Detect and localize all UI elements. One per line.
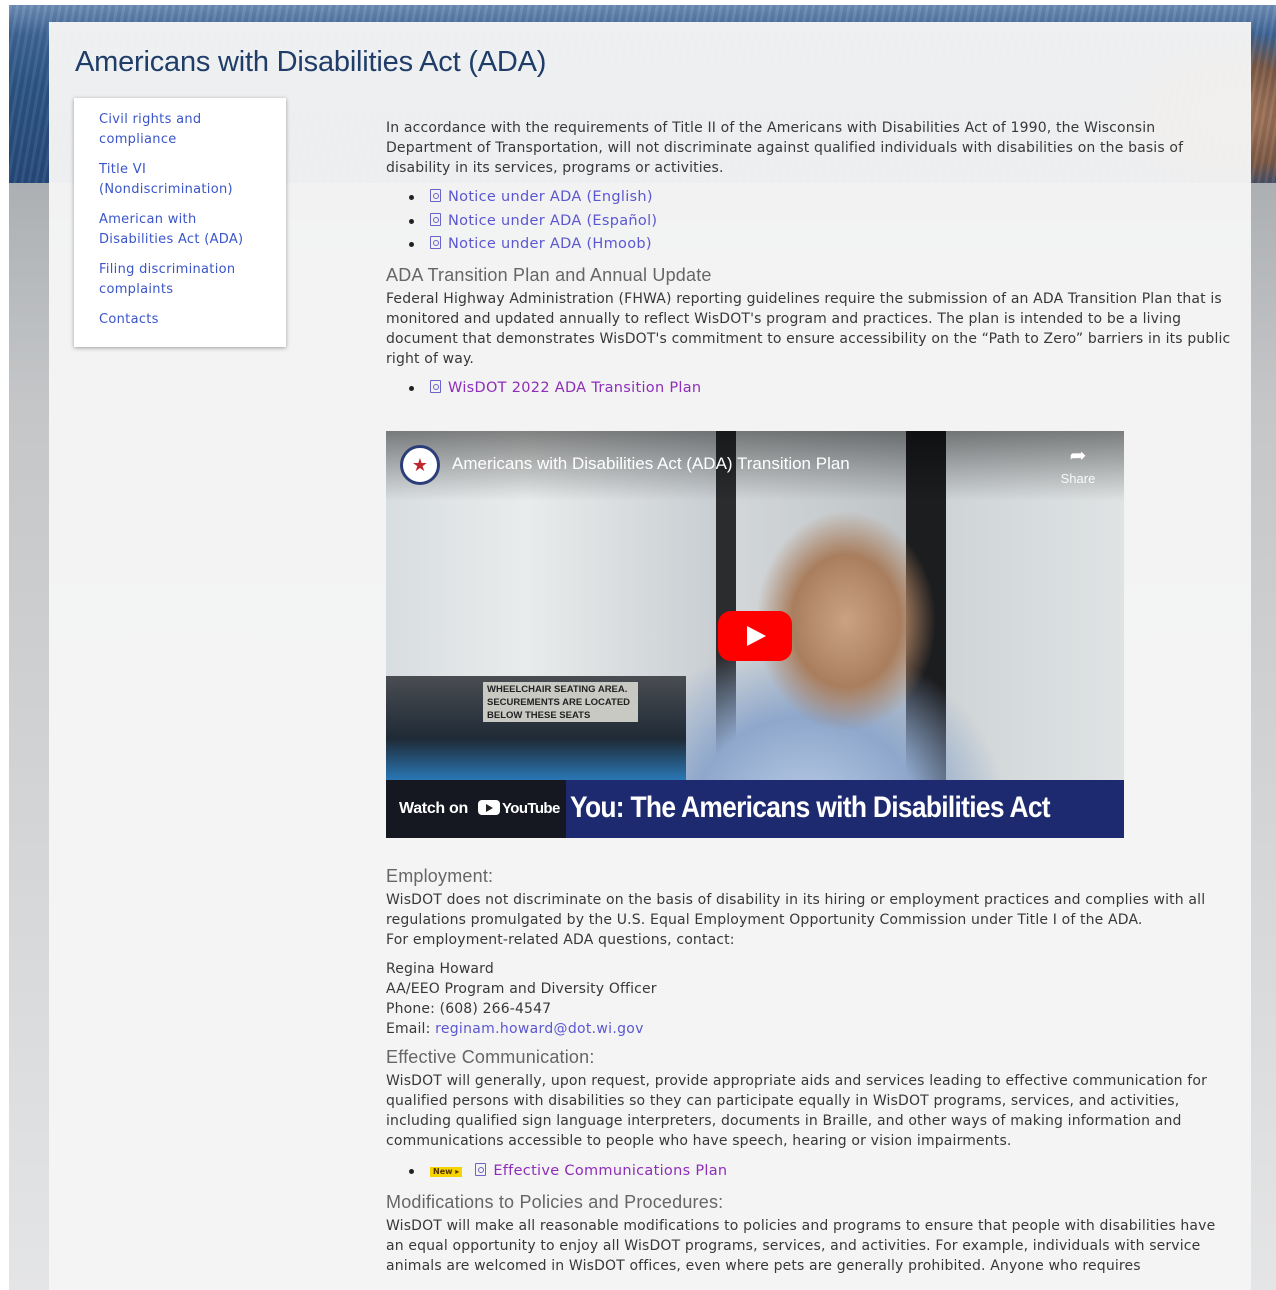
intro-text: In accordance with the requirements of T… [386,120,1184,176]
watch-on-youtube-button[interactable]: Watch on YouTube [386,780,566,838]
pdf-icon [430,379,441,393]
share-icon: ➦ [1069,445,1087,467]
main-content: In accordance with the requirements of T… [386,118,1236,400]
communication-heading: Effective Communication: [386,1047,595,1067]
sidebar-nav: Civil rights and compliance Title VI (No… [74,98,286,347]
notice-spanish-link[interactable]: Notice under ADA (Español) [430,212,657,229]
communications-plan-link[interactable]: Effective Communications Plan [475,1163,727,1179]
contact-email-link[interactable]: reginam.howard@dot.wi.gov [435,1021,644,1037]
contact-name: Regina Howard [386,961,494,977]
video-player[interactable]: WHEELCHAIR SEATING AREA. SECUREMENTS ARE… [386,431,1124,838]
employment-text: WisDOT does not discriminate on the basi… [386,892,1206,928]
communication-text: WisDOT will generally, upon request, pro… [386,1073,1207,1149]
transition-plan-link[interactable]: WisDOT 2022 ADA Transition Plan [430,379,701,396]
video-banner-text: You: The Americans with Disabilities Act [570,791,1051,824]
list-item: WisDOT 2022 ADA Transition Plan [409,377,1236,401]
sidebar-item-filing-complaints[interactable]: Filing discrimination complaints [99,260,249,300]
communication-list: New ▸ Effective Communications Plan [386,1160,1236,1184]
video-frame-sign: WHEELCHAIR SEATING AREA. SECUREMENTS ARE… [483,682,638,722]
modifications-heading: Modifications to Policies and Procedures… [386,1191,724,1212]
notice-english-link[interactable]: Notice under ADA (English) [430,189,653,205]
page-title: Americans with Disabilities Act (ADA) [75,46,547,78]
new-badge: New ▸ [430,1167,463,1177]
sidebar-item-title-vi[interactable]: Title VI (Nondiscrimination) [99,160,239,200]
pdf-icon [430,212,441,226]
contact-phone: Phone: (608) 266-4547 [386,1001,552,1017]
employment-contact: Regina Howard AA/EEO Program and Diversi… [386,959,1236,1039]
pdf-icon [475,1163,487,1176]
contact-role: AA/EEO Program and Diversity Officer [386,981,657,997]
video-title[interactable]: Americans with Disabilities Act (ADA) Tr… [452,454,850,474]
list-item: Notice under ADA (Español) [409,210,1236,234]
transition-list: WisDOT 2022 ADA Transition Plan [386,377,1236,401]
list-item: New ▸ Effective Communications Plan [409,1160,1236,1184]
notice-hmoob-link[interactable]: Notice under ADA (Hmoob) [430,236,652,252]
employment-contact-prompt: For employment-related ADA questions, co… [386,932,735,948]
lower-content: Employment: WisDOT does not discriminate… [386,864,1236,1276]
pdf-icon [430,189,441,202]
notice-list: Notice under ADA (English) Notice under … [386,186,1236,257]
play-button[interactable] [718,611,792,661]
channel-logo-icon[interactable]: ★ [400,445,440,485]
sidebar-item-ada[interactable]: American with Disabilities Act (ADA) [99,210,249,250]
sidebar-item-contacts[interactable]: Contacts [99,310,272,330]
share-button[interactable]: ➦ Share [1054,445,1102,486]
sidebar-item-civil-rights[interactable]: Civil rights and compliance [99,110,209,150]
contact-email-row: Email: reginam.howard@dot.wi.gov [386,1021,644,1037]
list-item: Notice under ADA (English) [409,186,1236,210]
transition-heading: ADA Transition Plan and Annual Update [386,264,712,285]
youtube-icon [478,800,500,815]
content-panel: Americans with Disabilities Act (ADA) Ci… [49,22,1251,1290]
modifications-text: WisDOT will make all reasonable modifica… [386,1217,1216,1274]
transition-text: Federal Highway Administration (FHWA) re… [386,290,1231,367]
pdf-icon [430,236,441,249]
employment-heading: Employment: [386,866,494,886]
list-item: Notice under ADA (Hmoob) [409,233,1236,257]
